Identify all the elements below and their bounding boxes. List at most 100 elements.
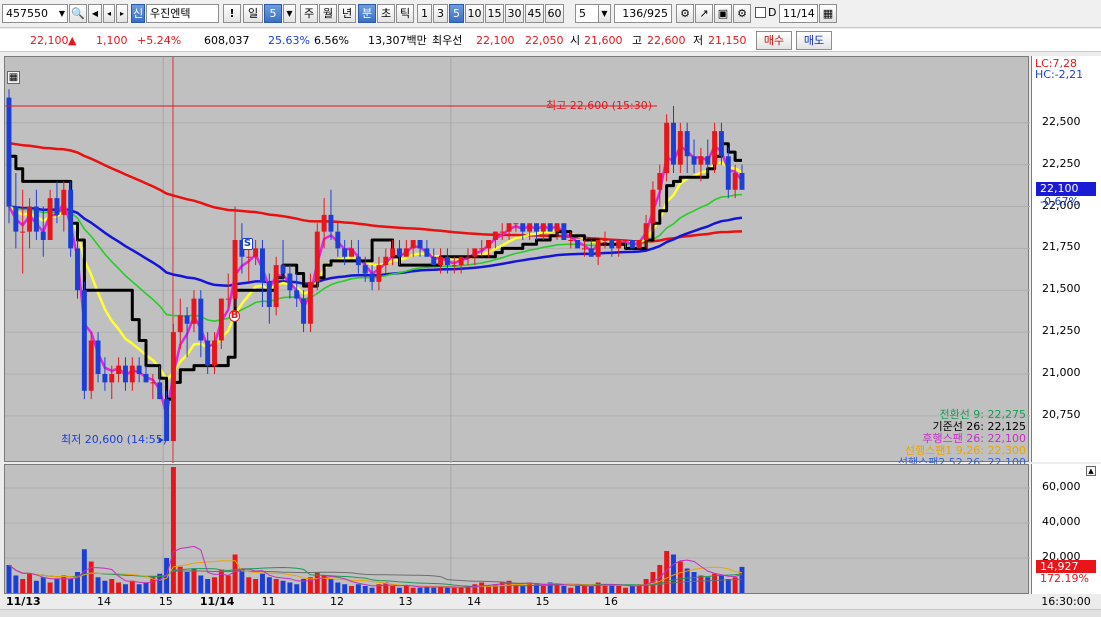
candle-body: [698, 156, 704, 165]
buy-marker[interactable]: B: [229, 310, 240, 322]
sell-button[interactable]: 매도: [796, 31, 832, 50]
price-axis: LC:7,28 HC:-2,21 22,500 22,250 22,000 21,75…: [1031, 56, 1101, 462]
candle: [561, 223, 567, 240]
volume-bar: [417, 587, 423, 593]
time-label: 12: [329, 595, 344, 608]
price-tick-label: 21,750: [1042, 240, 1081, 254]
candle-body: [307, 281, 313, 324]
interval-button-15[interactable]: 15: [485, 4, 504, 23]
period-sec-button[interactable]: 초: [377, 4, 395, 23]
interval-button-1[interactable]: 1: [417, 4, 432, 23]
stock-name: 우진엔텍: [150, 7, 191, 20]
candle: [376, 256, 382, 291]
period-day-button[interactable]: 일: [243, 4, 263, 23]
volume-bar: [588, 586, 594, 593]
candle: [335, 223, 341, 257]
candle-body: [33, 206, 39, 232]
period-sec-label: 초: [380, 7, 392, 20]
date-checkbox[interactable]: [755, 7, 766, 18]
sell-marker[interactable]: S: [242, 238, 253, 250]
volume-bar: [397, 587, 402, 593]
next-button[interactable]: ▸: [116, 4, 128, 23]
candle: [198, 290, 204, 358]
speaker-button[interactable]: ◀: [88, 4, 102, 23]
volume-bar: [253, 579, 259, 593]
count-dropdown[interactable]: ▼: [598, 4, 611, 23]
candle: [33, 189, 39, 240]
date-input[interactable]: 11/14: [779, 4, 818, 23]
candle: [232, 206, 238, 307]
search-button[interactable]: 🔍: [69, 4, 87, 23]
candle: [40, 206, 46, 257]
period-year-button[interactable]: 년: [338, 4, 356, 23]
candle-body: [513, 223, 519, 225]
candle-body: [671, 122, 676, 165]
period-tick-button[interactable]: 틱: [396, 4, 414, 23]
interval-button-45[interactable]: 45: [525, 4, 544, 23]
interval-button-30[interactable]: 30: [505, 4, 524, 23]
candle-body: [280, 265, 286, 274]
candle: [677, 122, 683, 173]
candle-body: [390, 248, 396, 257]
best-quote-label: 최우선: [432, 34, 463, 47]
settings-button[interactable]: ⚙: [733, 4, 751, 23]
candle: [534, 223, 539, 240]
clock: 16:30:00: [1041, 595, 1091, 608]
interval-button-5[interactable]: 5: [449, 4, 464, 23]
chevron-right-icon: ▸: [119, 9, 124, 18]
candle-body: [342, 248, 348, 257]
draw-tool-button[interactable]: ↗: [695, 4, 713, 23]
period-month-button[interactable]: 월: [319, 4, 337, 23]
candle-body: [691, 156, 697, 165]
period-min-label: 분: [361, 7, 373, 20]
candle-body: [458, 256, 464, 266]
code-input[interactable]: 457550 ▼: [2, 4, 68, 23]
volume-bar: [458, 587, 464, 593]
calendar-button[interactable]: ▦: [819, 4, 837, 23]
candle: [664, 114, 670, 182]
alert-button[interactable]: !: [223, 4, 241, 23]
candle: [725, 147, 731, 199]
count-input[interactable]: 5: [575, 4, 599, 23]
period-day-count[interactable]: 5: [264, 4, 282, 23]
current-price-tag: 22,100: [1036, 181, 1096, 196]
chart-window: 457550 ▼ 🔍 ◀ ◂ ▸ 신 우진엔텍 ! 일 5 ▼ 주 월 년 분 초…: [0, 0, 1101, 617]
volume-bar: [212, 577, 217, 593]
volume-bar: [266, 577, 272, 593]
candle-body: [314, 231, 320, 282]
volume-bar: [102, 580, 108, 593]
bid-price: 22,050: [525, 34, 564, 47]
candle: [671, 106, 676, 173]
grid-icon[interactable]: ▦: [7, 71, 20, 84]
interval-button-3[interactable]: 3: [433, 4, 448, 23]
stock-name-field[interactable]: 우진엔텍: [146, 4, 219, 23]
candle-body: [232, 240, 238, 299]
period-week-button[interactable]: 주: [300, 4, 318, 23]
interval-button-60[interactable]: 60: [545, 4, 564, 23]
price-chart[interactable]: ▦ 최고 22,600 (15:30) 최저 20,600 (14:55) 전환…: [4, 56, 1030, 469]
interval-button-10[interactable]: 10: [465, 4, 484, 23]
candle: [739, 164, 745, 190]
candle: [403, 240, 409, 257]
period-dropdown[interactable]: ▼: [283, 4, 296, 23]
volume-bar: [479, 582, 485, 593]
save-button[interactable]: ▣: [714, 4, 732, 23]
prev-button[interactable]: ◂: [103, 4, 115, 23]
candle-body: [287, 273, 293, 291]
candle-body: [479, 248, 485, 250]
candle: [527, 223, 533, 240]
candle-body: [362, 265, 368, 274]
candle: [629, 240, 635, 249]
period-year-label: 년: [341, 7, 353, 20]
period-min-button[interactable]: 분: [358, 4, 376, 23]
volume-bar: [109, 579, 115, 593]
candle-body: [657, 173, 663, 190]
buy-button[interactable]: 매수: [756, 31, 792, 50]
page-count-field[interactable]: 136/925: [614, 4, 672, 23]
candle: [431, 248, 437, 266]
volume-chart[interactable]: [4, 464, 1030, 595]
candle: [68, 181, 74, 257]
candle-body: [225, 298, 231, 300]
collapse-icon[interactable]: ▲: [1086, 466, 1096, 476]
indicator-button[interactable]: ⚙: [676, 4, 694, 23]
